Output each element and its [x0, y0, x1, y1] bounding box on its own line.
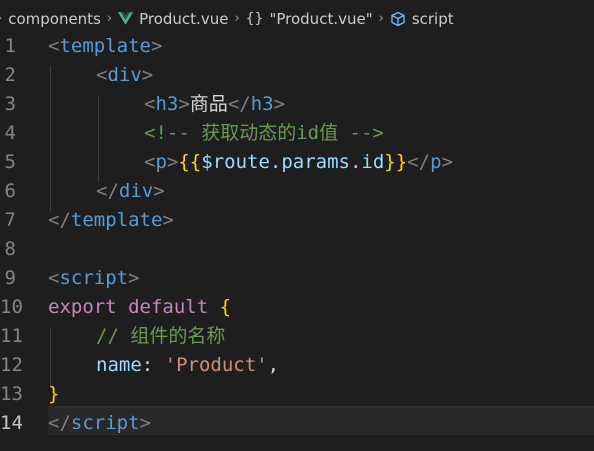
indent-guide [50, 66, 51, 211]
cube-icon [391, 11, 405, 26]
line-number: 3 [4, 93, 16, 115]
token-punctuation: > [441, 151, 453, 173]
token-punctuation: </ [48, 209, 71, 231]
token-keyword: export [48, 296, 117, 318]
chevron-right-icon: › [234, 11, 240, 26]
breadcrumb-item-script[interactable]: script [390, 10, 454, 28]
line-number: 7 [4, 209, 16, 231]
token-colon: : [141, 354, 165, 376]
code-line-2[interactable]: <div> [96, 61, 153, 90]
breadcrumb-item-component-object[interactable]: {} "Product.vue" [246, 10, 373, 28]
token-tag: h3 [250, 93, 274, 115]
token-tag: template [59, 35, 151, 57]
token-punctuation: < [144, 151, 156, 173]
breadcrumb-item-file[interactable]: Product.vue [118, 10, 228, 28]
token-punctuation: < [96, 64, 108, 86]
token-keyword: default [128, 296, 209, 318]
token-brace: } [48, 383, 60, 405]
token-tag: p [155, 151, 167, 173]
code-line-1[interactable]: <template> [48, 32, 162, 61]
indent-guide [98, 95, 99, 182]
token-punctuation: > [162, 209, 174, 231]
token-punctuation: </ [407, 151, 431, 173]
token-property: name [96, 354, 142, 376]
breadcrumb-label: "Product.vue" [269, 9, 373, 28]
code-line-12[interactable]: name: 'Product', [96, 351, 279, 380]
token-comment: // 组件的名称 [96, 325, 226, 347]
token-punctuation: < [48, 267, 60, 289]
token-punctuation: > [153, 180, 165, 202]
breadcrumb-label: script [411, 9, 454, 28]
line-number: 13 [0, 383, 23, 405]
token-string: 'Product' [164, 354, 268, 376]
line-number: 6 [4, 180, 16, 202]
token-punctuation: > [141, 64, 154, 86]
token-tag: script [59, 267, 129, 289]
token-brace: { [219, 296, 232, 318]
code-line-10[interactable]: export default { [48, 293, 231, 322]
code-line-11[interactable]: // 组件的名称 [96, 322, 225, 351]
code-editor[interactable]: 1 2 3 4 5 6 7 8 9 10 11 12 13 14 <templa… [0, 35, 594, 451]
line-number: 10 [0, 296, 23, 318]
line-number: 4 [4, 122, 16, 144]
token-tag: div [118, 180, 154, 202]
line-number-active: 14 [0, 412, 23, 434]
line-number: 2 [4, 64, 16, 86]
token-tag: p [430, 151, 442, 173]
code-line-3[interactable]: <h3>商品</h3> [144, 90, 285, 119]
code-line-14[interactable]: </script> [48, 409, 151, 438]
code-line-9[interactable]: <script> [48, 264, 140, 293]
braces-icon: {} [245, 10, 264, 27]
token-punctuation: > [139, 412, 151, 434]
code-line-13[interactable]: } [48, 380, 59, 409]
token-punctuation: < [144, 93, 156, 115]
line-number: 8 [4, 238, 16, 260]
token-comma: , [267, 354, 280, 376]
token-punctuation: </ [48, 412, 71, 434]
chevron-right-icon: › [378, 11, 384, 26]
token-mustache-close: }} [384, 151, 408, 173]
token-punctuation: </ [96, 180, 119, 202]
token-expression: $route.params.id [201, 151, 385, 173]
token-punctuation: > [273, 93, 286, 115]
token-comment: <!-- 获取动态的id值 --> [144, 122, 384, 144]
token-punctuation: </ [227, 93, 251, 115]
chevron-right-icon: › [106, 11, 113, 26]
token-tag: script [70, 412, 140, 434]
token-tag: h3 [155, 93, 179, 115]
vue-icon [118, 12, 134, 25]
token-tag: div [107, 64, 142, 86]
line-number: 5 [4, 151, 16, 173]
line-number: 1 [4, 35, 16, 57]
line-number: 11 [0, 325, 23, 347]
line-number: 9 [4, 267, 16, 289]
breadcrumb-item-components[interactable]: components [8, 10, 101, 28]
token-tag: template [70, 209, 163, 231]
chevron-left-partial-icon: › [0, 11, 2, 26]
line-number: 12 [0, 354, 23, 376]
token-punctuation: > [166, 151, 179, 173]
token-text: 商品 [189, 93, 228, 115]
code-line-4[interactable]: <!-- 获取动态的id值 --> [144, 119, 384, 148]
breadcrumb-label: components [8, 9, 101, 28]
token-punctuation: > [178, 93, 190, 115]
code-line-5[interactable]: <p>{{$route.params.id}}</p> [144, 148, 453, 177]
token-punctuation: < [48, 35, 60, 57]
token-punctuation: > [150, 35, 163, 57]
breadcrumb-label: Product.vue [139, 9, 229, 28]
token-mustache-open: {{ [178, 151, 202, 173]
token-punctuation: > [128, 267, 140, 289]
code-line-6[interactable]: </div> [96, 177, 165, 206]
code-line-7[interactable]: </template> [48, 206, 174, 235]
indent-guide [50, 327, 51, 385]
